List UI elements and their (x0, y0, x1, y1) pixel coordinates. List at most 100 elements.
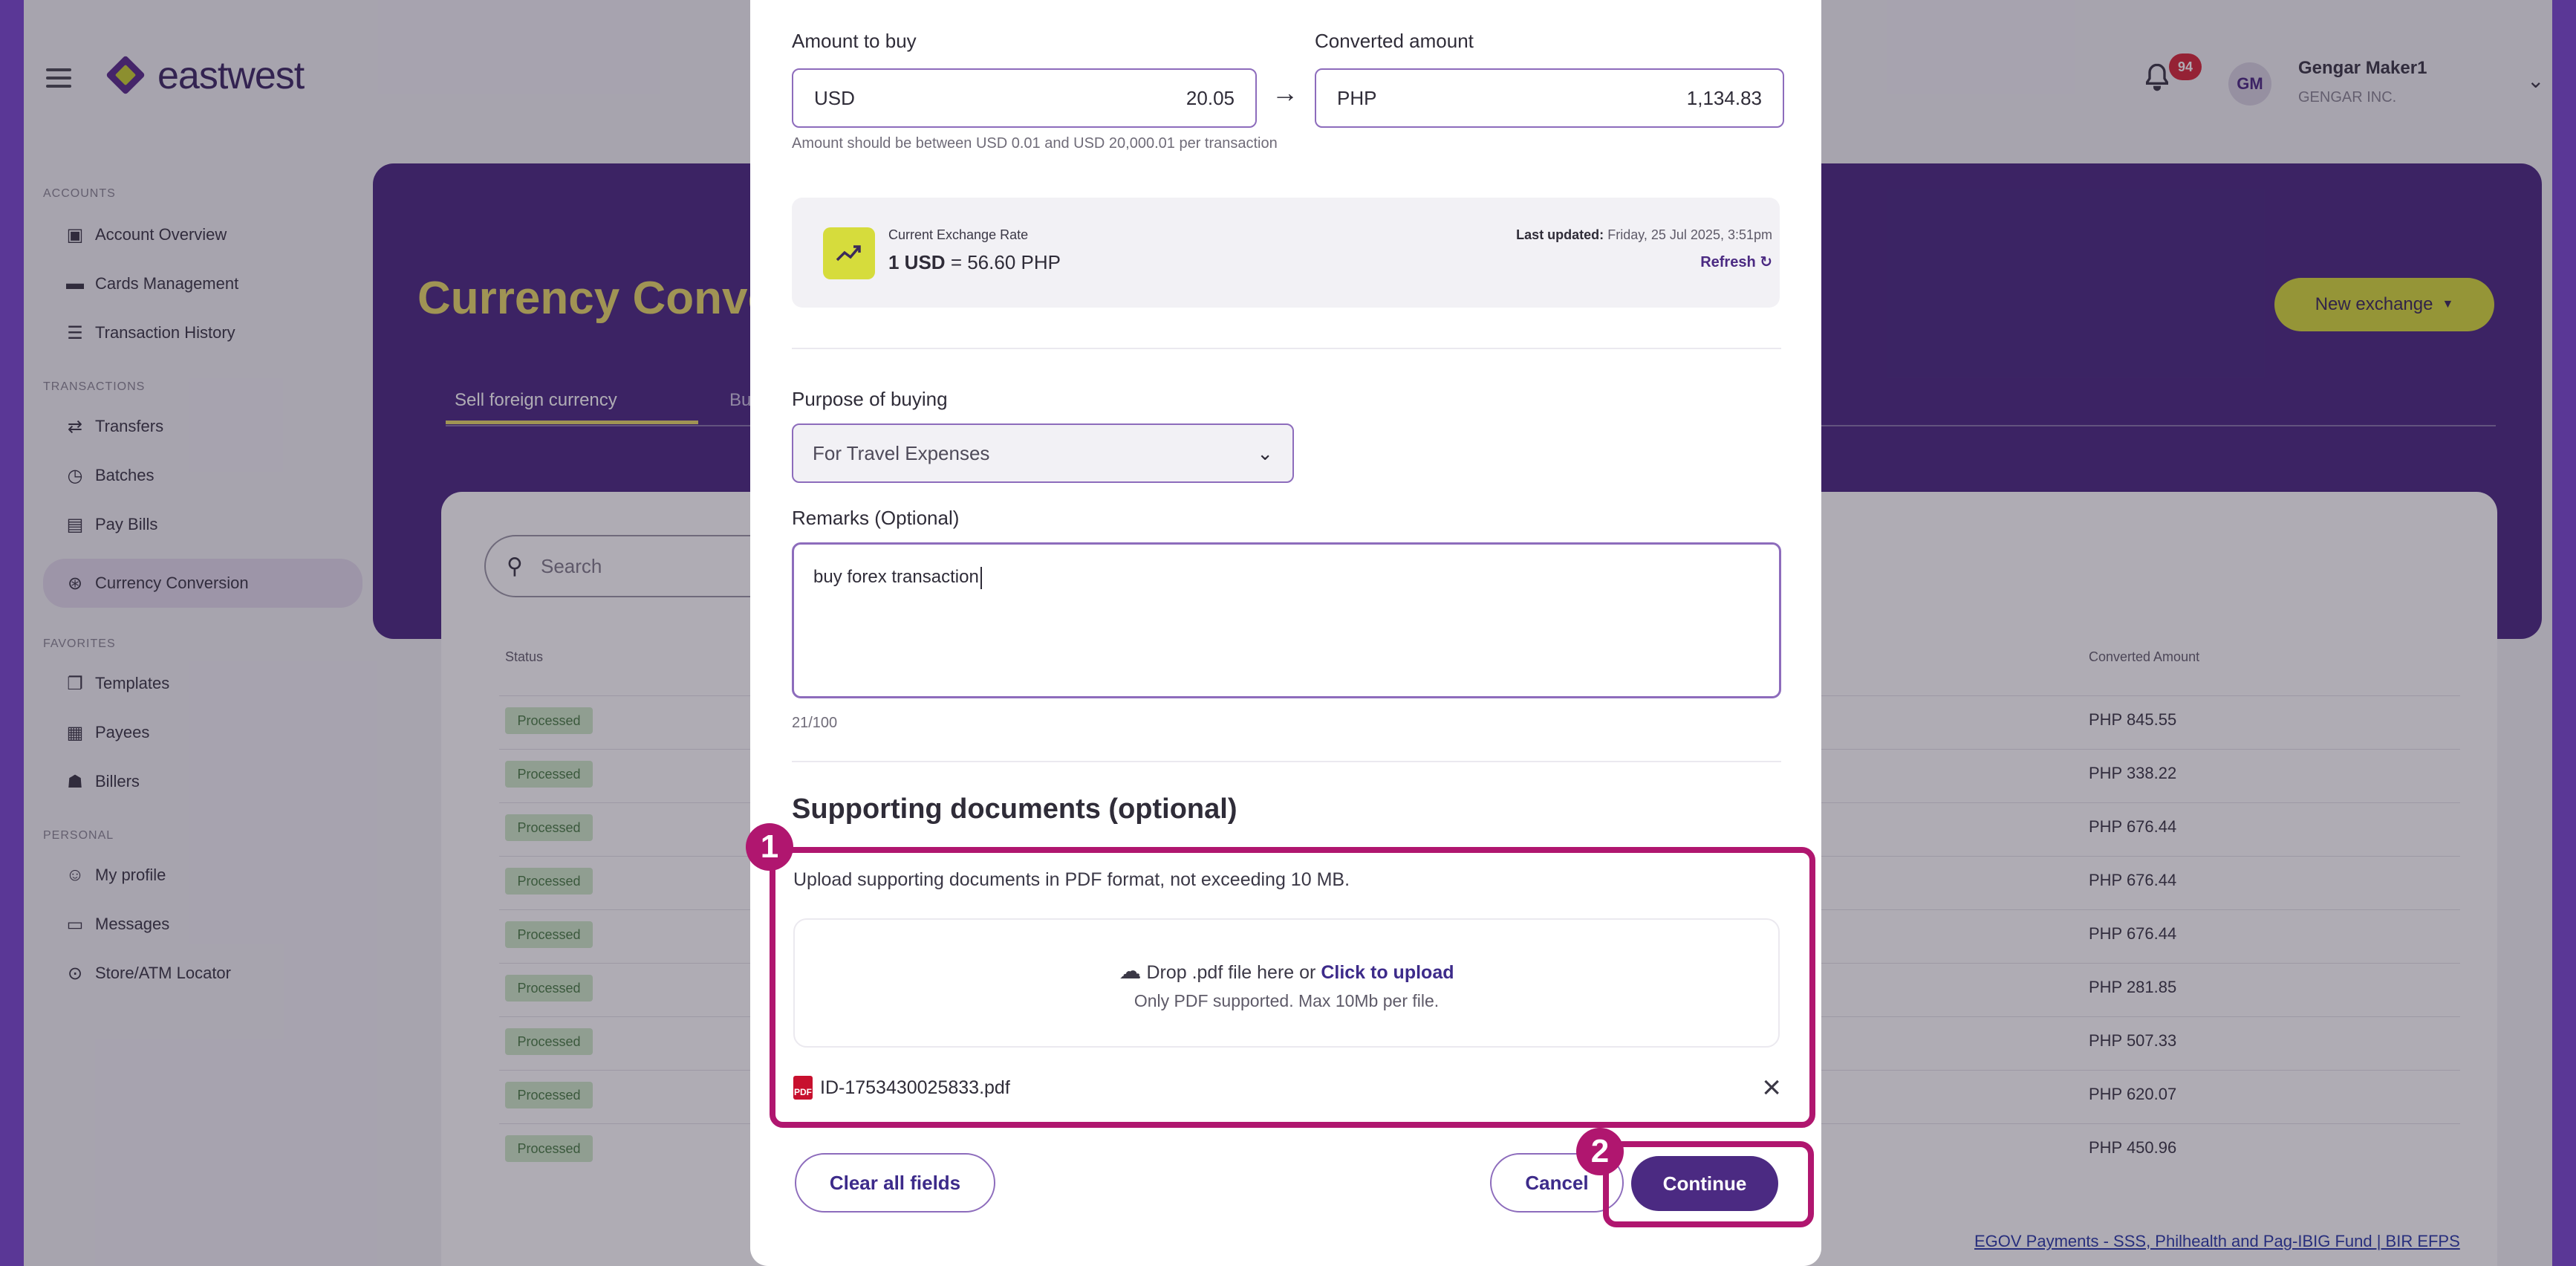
converted-amount-field: PHP 1,134.83 (1315, 68, 1784, 128)
converted-amount-cell: PHP 620.07 (2089, 1085, 2177, 1103)
uploaded-file-item: PDF ID-1753430025833.pdf × (793, 1070, 1781, 1106)
clear-all-fields-button[interactable]: Clear all fields (795, 1153, 995, 1213)
dropzone-subtext: Only PDF supported. Max 10Mb per file. (1133, 991, 1440, 1010)
tab-sell-foreign-currency[interactable]: Sell foreign currency (455, 390, 617, 411)
active-tab-indicator (446, 421, 698, 424)
dropzone-text: ☁ Drop .pdf file here or Click to upload (1119, 959, 1454, 984)
status-badge: Processed (505, 761, 593, 788)
sidebar-section-personal: PERSONAL (43, 829, 114, 842)
sidebar-item-transfers[interactable]: ⇄ Transfers (43, 410, 362, 443)
pdf-file-icon: PDF (793, 1076, 813, 1100)
amount-currency: USD (814, 86, 855, 109)
sidebar-item-pay-bills[interactable]: ▤ Pay Bills (43, 508, 362, 541)
sidebar-item-transaction-history[interactable]: ☰ Transaction History (43, 316, 362, 349)
purpose-of-buying-select[interactable]: For Travel Expenses ⌄ (792, 423, 1294, 483)
continue-button[interactable]: Continue (1631, 1156, 1778, 1211)
search-icon: ⚲ (507, 554, 523, 579)
messages-icon: ▭ (66, 914, 84, 935)
transfer-icon: ⇄ (67, 416, 83, 437)
sidebar-section-transactions: TRANSACTIONS (43, 380, 146, 393)
column-header-status: Status (505, 649, 544, 664)
status-badge: Processed (505, 975, 593, 1002)
sidebar-item-cards-management[interactable]: ▬ Cards Management (43, 267, 362, 300)
column-header-converted-amount: Converted Amount (2089, 649, 2200, 664)
sidebar-item-billers[interactable]: ☗ Billers (43, 765, 362, 798)
sidebar-item-messages[interactable]: ▭ Messages (43, 908, 362, 941)
amount-to-buy-input[interactable]: USD 20.05 (792, 68, 1257, 128)
chevron-down-icon[interactable]: ⌄ (2527, 68, 2544, 93)
card-icon: ▬ (66, 273, 84, 293)
sidebar-section-favorites: FAVORITES (43, 637, 116, 650)
chevron-down-icon: ⌄ (1257, 441, 1273, 464)
status-badge: Processed (505, 1135, 593, 1162)
sidebar: ACCOUNTS ▣ Account Overview ▬ Cards Mana… (43, 187, 362, 990)
converted-amount-label: Converted amount (1315, 30, 1474, 52)
remarks-character-counter: 21/100 (792, 715, 838, 731)
user-name: Gengar Maker1 (2298, 58, 2427, 78)
notification-count-badge: 94 (2169, 53, 2202, 80)
status-badge: Processed (505, 814, 593, 841)
supporting-documents-title: Supporting documents (optional) (792, 793, 1237, 825)
converted-amount-cell: PHP 676.44 (2089, 871, 2177, 889)
caret-down-icon: ▼ (2442, 298, 2454, 311)
status-badge: Processed (505, 921, 593, 948)
click-to-upload-link[interactable]: Click to upload (1321, 962, 1454, 983)
notification-bell-icon[interactable] (2142, 61, 2172, 94)
currency-icon: ⊛ (67, 573, 83, 594)
converted-currency: PHP (1337, 86, 1377, 109)
buy-currency-modal: Amount to buy USD 20.05 → Converted amou… (746, 0, 1821, 1266)
sidebar-item-store-atm-locator[interactable]: ⊙ Store/ATM Locator (43, 957, 362, 990)
status-badge: Processed (505, 707, 593, 734)
refresh-icon: ↻ (1760, 254, 1772, 270)
remarks-textarea[interactable]: buy forex transaction (792, 542, 1781, 698)
sidebar-item-my-profile[interactable]: ☺ My profile (43, 859, 362, 892)
sidebar-section-accounts: ACCOUNTS (43, 187, 116, 200)
refresh-button[interactable]: Refresh ↻ (1700, 253, 1772, 271)
converted-amount-cell: PHP 676.44 (2089, 817, 2177, 836)
exchange-rate-value: 1 USD = 56.60 PHP (888, 251, 1061, 273)
payees-icon: ▦ (66, 722, 84, 743)
step-marker-2: 2 (1576, 1128, 1624, 1175)
last-updated-text: Last updated: Friday, 25 Jul 2025, 3:51p… (1516, 227, 1772, 242)
hamburger-menu-icon[interactable] (46, 68, 71, 88)
text-cursor (980, 567, 982, 589)
list-icon: ☰ (67, 322, 83, 343)
uploaded-file-name: ID-1753430025833.pdf (820, 1077, 1010, 1098)
cloud-upload-icon: ☁ (1119, 959, 1142, 984)
bills-icon: ▤ (66, 514, 84, 535)
status-badge: Processed (505, 868, 593, 895)
section-divider (792, 761, 1781, 762)
sidebar-item-payees[interactable]: ▦ Payees (43, 716, 362, 749)
sidebar-item-account-overview[interactable]: ▣ Account Overview (43, 218, 362, 251)
status-badge: Processed (505, 1082, 593, 1108)
eastwest-logo-mark (105, 55, 146, 95)
sidebar-item-batches[interactable]: ◷ Batches (43, 459, 362, 492)
remove-file-close-icon[interactable]: × (1762, 1070, 1781, 1106)
brand-logo-text: eastwest (157, 54, 305, 97)
trending-up-icon (823, 227, 875, 279)
converted-amount-cell: PHP 507.33 (2089, 1031, 2177, 1050)
converted-amount-cell: PHP 281.85 (2089, 978, 2177, 996)
converted-amount-cell: PHP 676.44 (2089, 924, 2177, 943)
arrow-right-icon: → (1272, 77, 1298, 108)
account-overview-icon: ▣ (66, 224, 84, 245)
new-exchange-button[interactable]: New exchange ▼ (2274, 278, 2494, 331)
avatar[interactable]: GM (2228, 62, 2271, 106)
purpose-of-buying-label: Purpose of buying (792, 388, 948, 410)
footer-egov-link[interactable]: EGOV Payments - SSS, Philhealth and Pag-… (1974, 1232, 2460, 1251)
remarks-label: Remarks (Optional) (792, 507, 960, 529)
exchange-rate-label: Current Exchange Rate (888, 227, 1029, 242)
sidebar-item-currency-conversion[interactable]: ⊛ Currency Conversion (43, 559, 362, 608)
converted-amount-cell: PHP 450.96 (2089, 1138, 2177, 1157)
amount-value: 20.05 (1185, 86, 1235, 109)
file-dropzone[interactable]: ☁ Drop .pdf file here or Click to upload… (793, 918, 1780, 1048)
sidebar-item-templates[interactable]: ❐ Templates (43, 667, 362, 700)
batches-icon: ◷ (67, 465, 83, 486)
amount-hint: Amount should be between USD 0.01 and US… (792, 135, 1278, 152)
step-marker-1: 1 (746, 823, 793, 871)
billers-icon: ☗ (67, 771, 83, 792)
converted-value: 1,134.83 (1686, 86, 1762, 109)
section-divider (792, 348, 1781, 349)
status-badge: Processed (505, 1028, 593, 1055)
amount-to-buy-label: Amount to buy (792, 30, 917, 52)
